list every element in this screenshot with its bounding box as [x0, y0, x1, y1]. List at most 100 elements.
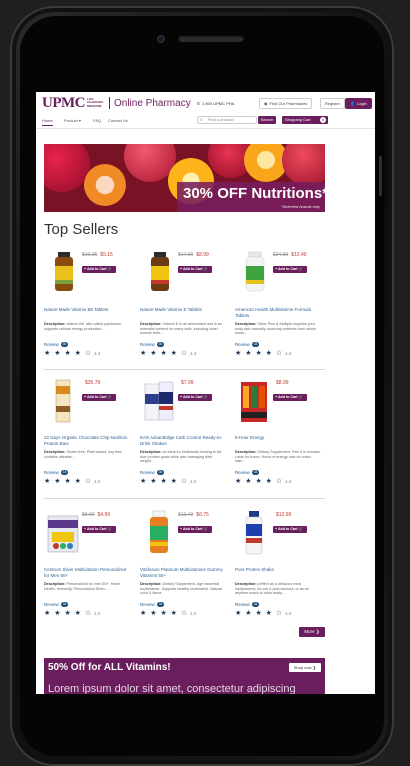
- phone-number-text: 1 800 UPMC PHA: [202, 100, 235, 106]
- product-card: $9.99 $4.99 + Add to Cart 🛒 Centrum Silve…: [44, 510, 136, 628]
- add-to-cart-button[interactable]: + Add to Cart 🛒: [82, 394, 116, 401]
- search-button[interactable]: Search: [258, 116, 276, 124]
- product-card: $8.99 + Add to Cart 🛒 5-Hour Energy Desc…: [235, 378, 327, 496]
- promo-banner[interactable]: 30% OFF Nutritions* *Selected brands onl…: [44, 144, 325, 212]
- nav-product[interactable]: Product ▾: [64, 118, 81, 123]
- product-name[interactable]: Nature Made Vitamin B6 Tablets: [44, 307, 130, 313]
- sale-price: $5.15: [100, 252, 113, 258]
- add-to-cart-button[interactable]: + Add to Cart 🛒: [273, 394, 307, 401]
- description-label: Description:: [235, 450, 257, 454]
- price: $9.99 $4.99: [82, 512, 110, 518]
- description-label: Description:: [140, 450, 162, 454]
- sale-price: $12.99: [276, 512, 292, 518]
- add-to-cart-label: + Add to Cart: [275, 267, 298, 271]
- product-image[interactable]: [46, 250, 80, 296]
- find-pharmacy-button[interactable]: ◉ Find Our Pharmacies: [259, 98, 313, 109]
- product-description: Description: Vitamin E is an antioxidant…: [140, 322, 226, 336]
- product-name[interactable]: American Health Multivitamin Formula Tab…: [235, 307, 321, 318]
- rating-value: 4.0: [94, 611, 101, 616]
- star-rating: ★ ★ ★ ★ ☆ 4.0: [235, 477, 291, 485]
- login-button[interactable]: 👤 Login: [345, 98, 372, 109]
- product-name[interactable]: Vitafusion Platinum Multivitamins Gummy …: [140, 567, 226, 578]
- add-to-cart-button[interactable]: + Add to Cart 🛒: [82, 266, 116, 273]
- review-link[interactable]: Review 14: [44, 470, 69, 475]
- review-link[interactable]: Review 34: [140, 602, 165, 607]
- add-to-cart-button[interactable]: + Add to Cart 🛒: [178, 394, 212, 401]
- description-label: Description:: [44, 322, 66, 326]
- nav-contact[interactable]: Contact Us: [108, 118, 128, 123]
- phone-number[interactable]: ✆ 1 800 UPMC PHA: [197, 101, 235, 106]
- banner-overlay: 30% OFF Nutritions* *Selected brands onl…: [177, 182, 325, 212]
- product-image[interactable]: [237, 510, 271, 556]
- logo-divider: [109, 97, 110, 109]
- star-icons: ★ ★ ★ ★ ☆: [235, 610, 284, 617]
- nav-faq[interactable]: FAQ: [93, 118, 101, 123]
- star-icons: ★ ★ ★ ★ ☆: [44, 610, 93, 617]
- review-link[interactable]: Review 40: [44, 342, 69, 347]
- product-image[interactable]: [237, 250, 271, 296]
- review-count-badge: 40: [156, 342, 165, 347]
- add-to-cart-button[interactable]: + Add to Cart 🛒: [178, 526, 212, 533]
- add-to-cart-button[interactable]: + Add to Cart 🛒: [178, 266, 212, 273]
- cart-icon: 🛒: [107, 267, 113, 271]
- product-name[interactable]: Centrum Silver Multivitamin Personalized…: [44, 567, 130, 578]
- add-to-cart-label: + Add to Cart: [84, 395, 107, 399]
- review-count-badge: 14: [60, 470, 69, 475]
- shop-now-button[interactable]: Shop now ❯: [288, 663, 321, 672]
- more-button[interactable]: More ❯: [299, 627, 325, 637]
- product-name[interactable]: Nature Made Vitamin E Tablets: [140, 307, 226, 313]
- cart-count-badge: 0: [320, 117, 326, 123]
- phone-icon: ✆: [196, 100, 201, 106]
- product-image[interactable]: [142, 250, 176, 296]
- price: $7.99: [178, 380, 194, 386]
- search-input[interactable]: Find a product: [197, 116, 257, 124]
- shopping-cart-button[interactable]: Shopping Cart 0: [282, 116, 328, 124]
- star-rating: ★ ★ ★ ★ ☆ 4.0: [140, 477, 196, 485]
- price: $12.99: [273, 512, 291, 518]
- review-link[interactable]: Review 34: [44, 602, 69, 607]
- product-image[interactable]: [46, 510, 80, 556]
- product-image[interactable]: [237, 378, 271, 424]
- review-link[interactable]: Review 40: [140, 342, 165, 347]
- review-link[interactable]: Review 34: [235, 470, 260, 475]
- original-price: $13.49: [178, 512, 194, 518]
- location-icon: ◉: [264, 101, 268, 106]
- site-title: Online Pharmacy: [114, 97, 191, 109]
- sale-price: $4.99: [97, 512, 111, 518]
- star-rating: ★ ★ ★ ★ ☆ 4.0: [44, 477, 100, 485]
- review-link[interactable]: Review 34: [235, 342, 260, 347]
- product-name[interactable]: 22 Days Organic Chocolate Chip Nutrition…: [44, 435, 130, 446]
- register-button[interactable]: Register: [320, 98, 345, 109]
- review-count-badge: 34: [156, 602, 165, 607]
- product-description: Description: an ideal for individuals lo…: [140, 450, 226, 464]
- logo-brand: UPMC: [42, 94, 86, 111]
- product-image[interactable]: [142, 510, 176, 556]
- product-name[interactable]: 5-Hour Energy: [235, 435, 321, 441]
- upmc-logo[interactable]: UPMC LIFE CHANGING MEDICINE Online Pharm…: [42, 95, 191, 112]
- star-rating: ★ ★ ★ ★ ☆ 4.0: [235, 349, 291, 357]
- star-icons: ★ ★ ★ ★ ☆: [44, 478, 93, 485]
- sale-price: $7.99: [181, 380, 194, 386]
- product-image[interactable]: [46, 378, 80, 424]
- star-rating: ★ ★ ★ ★ ☆ 4.0: [235, 609, 291, 617]
- add-to-cart-button[interactable]: + Add to Cart 🛒: [273, 526, 307, 533]
- vitamins-promo-banner[interactable]: 50% Off for ALL Vitamins! Shop now ❯ Lor…: [44, 658, 325, 694]
- review-link[interactable]: Review 34: [235, 602, 260, 607]
- review-link[interactable]: Review 34: [140, 470, 165, 475]
- star-icons: ★ ★ ★ ★ ☆: [44, 350, 93, 357]
- add-to-cart-label: + Add to Cart: [84, 267, 107, 271]
- orange-slice-image: [84, 164, 126, 206]
- product-card: $24.99 $12.49 + Add to Cart 🛒 American He…: [235, 250, 327, 368]
- description-label: Description:: [235, 582, 257, 586]
- cart-icon: 🛒: [298, 267, 304, 271]
- product-name[interactable]: EAS AdvantEdge Carb Control Ready-to-Dri…: [140, 435, 226, 446]
- add-to-cart-button[interactable]: + Add to Cart 🛒: [82, 526, 116, 533]
- nav-home[interactable]: Home: [42, 118, 53, 126]
- product-image[interactable]: [142, 378, 176, 424]
- earpiece-speaker: [178, 35, 244, 42]
- review-count-badge: 34: [156, 470, 165, 475]
- product-name[interactable]: Pure Protein Shake: [235, 567, 321, 573]
- side-button: [379, 156, 382, 196]
- add-to-cart-button[interactable]: + Add to Cart 🛒: [273, 266, 307, 273]
- review-label: Review: [140, 342, 155, 347]
